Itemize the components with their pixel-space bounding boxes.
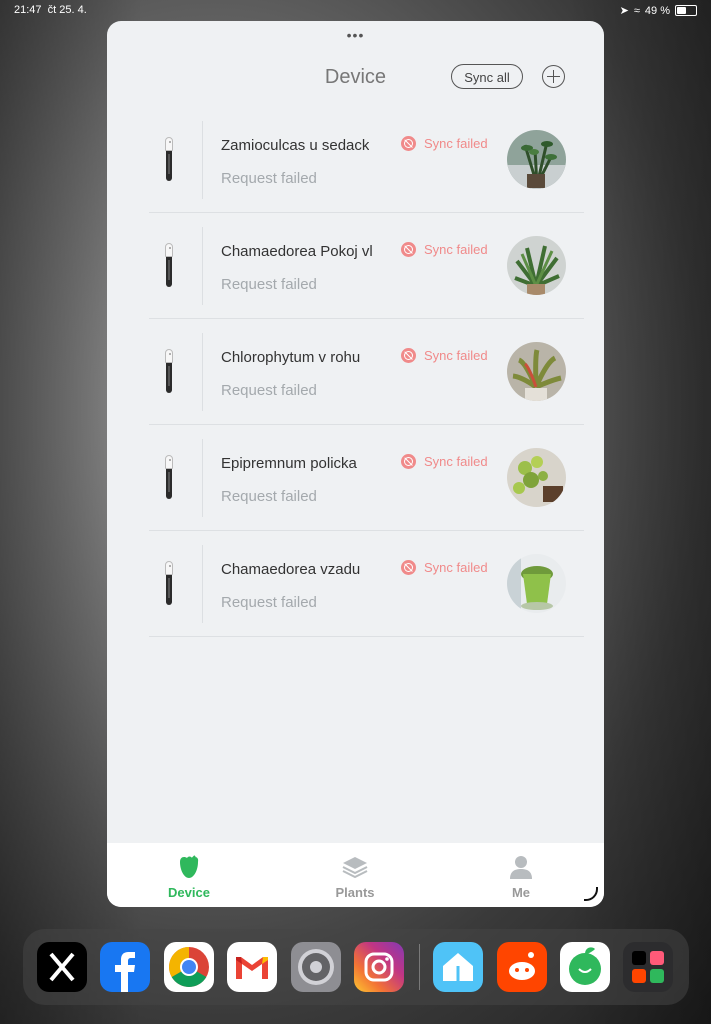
plant-photo <box>507 554 566 613</box>
tab-plants[interactable]: Plants <box>295 843 415 907</box>
dock-separator <box>419 944 420 990</box>
facebook-app-icon[interactable] <box>100 942 150 992</box>
reddit-app-icon[interactable] <box>497 942 547 992</box>
sync-status: Sync failed <box>401 454 488 469</box>
sync-status: Sync failed <box>401 242 488 257</box>
window-grabber-icon[interactable]: ••• <box>107 27 604 43</box>
row-separator <box>202 333 203 411</box>
leaf-icon <box>176 855 202 879</box>
gmail-app-icon[interactable] <box>227 942 277 992</box>
sync-status-label: Sync failed <box>424 348 488 363</box>
x-app-icon[interactable] <box>37 942 87 992</box>
row-separator <box>202 227 203 305</box>
plant-photo <box>507 448 566 507</box>
sync-status: Sync failed <box>401 348 488 363</box>
plant-photo <box>507 236 566 295</box>
tab-bar: Device Plants Me <box>107 843 604 907</box>
device-row[interactable]: Chamaedorea Pokoj vl Sync failed Request… <box>107 213 604 319</box>
status-indicators: ➤ ≈ 49 % <box>620 4 697 17</box>
sync-failed-icon <box>401 348 416 363</box>
status-bar: 21:47 čt 25. 4. ➤ ≈ 49 % <box>0 0 711 22</box>
request-status: Request failed <box>221 276 317 293</box>
device-row[interactable]: Chamaedorea vzadu Sync failed Request fa… <box>107 531 604 637</box>
folder-app-icon[interactable] <box>623 942 673 992</box>
row-separator <box>202 121 203 199</box>
person-icon <box>508 855 534 879</box>
wifi-icon: ≈ <box>633 4 640 17</box>
sensor-icon <box>165 349 173 393</box>
home-app-icon[interactable] <box>433 942 483 992</box>
plant-app-icon[interactable] <box>560 942 610 992</box>
device-row[interactable]: Epipremnum policka Sync failed Request f… <box>107 425 604 531</box>
tab-me-label: Me <box>511 885 531 900</box>
sync-failed-icon <box>401 242 416 257</box>
settings-app-icon[interactable] <box>291 942 341 992</box>
sync-status-label: Sync failed <box>424 136 488 151</box>
row-separator <box>202 439 203 517</box>
sync-failed-icon <box>401 454 416 469</box>
device-name: Epipremnum policka <box>221 455 357 472</box>
sensor-icon <box>165 561 173 605</box>
page-title: Device <box>324 66 387 88</box>
row-separator <box>202 545 203 623</box>
sensor-icon <box>165 455 173 499</box>
sensor-icon <box>165 243 173 287</box>
app-window: ••• Device Sync all Zamioculcas u sedack… <box>107 21 604 907</box>
sync-status-label: Sync failed <box>424 242 488 257</box>
sync-status: Sync failed <box>401 136 488 151</box>
tab-device[interactable]: Device <box>129 843 249 907</box>
sync-status-label: Sync failed <box>424 454 488 469</box>
sync-status-label: Sync failed <box>424 560 488 575</box>
location-icon: ➤ <box>619 5 629 17</box>
device-row[interactable]: Zamioculcas u sedack Sync failed Request… <box>107 107 604 213</box>
tab-device-label: Device <box>168 885 210 900</box>
device-row[interactable]: Chlorophytum v rohu Sync failed Request … <box>107 319 604 425</box>
status-date: čt 25. 4. <box>47 4 87 16</box>
device-name: Chamaedorea Pokoj vl <box>221 243 373 260</box>
request-status: Request failed <box>221 382 317 399</box>
plant-photo <box>507 342 566 401</box>
status-time: 21:47 <box>14 4 42 16</box>
request-status: Request failed <box>221 488 317 505</box>
sensor-icon <box>165 137 173 181</box>
device-name: Chamaedorea vzadu <box>221 561 361 578</box>
resize-handle-icon[interactable] <box>584 887 598 901</box>
instagram-app-icon[interactable] <box>354 942 404 992</box>
row-divider <box>149 636 584 637</box>
dock <box>23 929 689 1005</box>
status-time-date: 21:47 čt 25. 4. <box>14 4 87 16</box>
tab-me[interactable]: Me <box>461 843 581 907</box>
sync-status: Sync failed <box>401 560 488 575</box>
device-name: Chlorophytum v rohu <box>221 349 361 366</box>
battery-percent: 49 % <box>644 4 670 17</box>
sync-all-button[interactable]: Sync all <box>451 64 523 89</box>
tab-plants-label: Plants <box>335 885 375 900</box>
sync-failed-icon <box>401 560 416 575</box>
plant-photo <box>507 130 566 189</box>
chrome-app-icon[interactable] <box>164 942 214 992</box>
add-device-button[interactable] <box>542 65 565 88</box>
device-name: Zamioculcas u sedack <box>221 137 370 154</box>
battery-icon <box>675 5 697 16</box>
request-status: Request failed <box>221 594 317 611</box>
stack-icon <box>342 855 368 879</box>
sync-failed-icon <box>401 136 416 151</box>
request-status: Request failed <box>221 170 317 187</box>
